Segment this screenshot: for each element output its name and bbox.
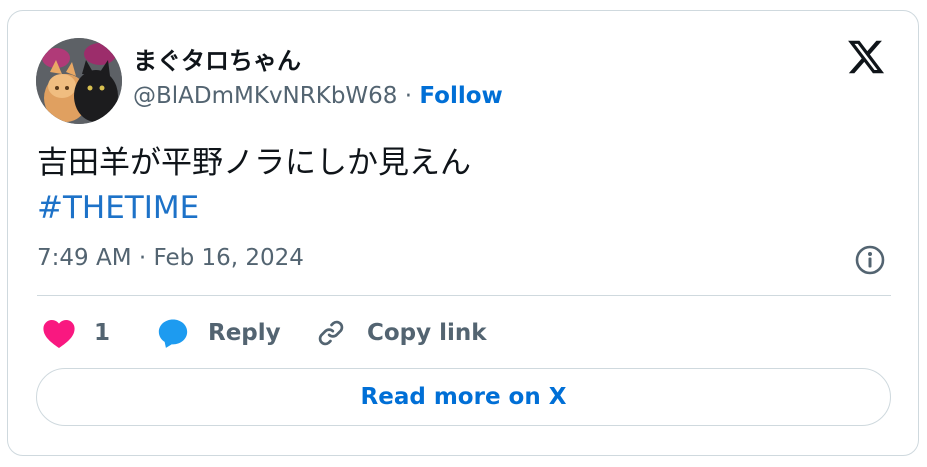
read-more-label: Read more on X — [360, 384, 567, 410]
x-logo-icon[interactable] — [846, 37, 886, 77]
hashtag-link[interactable]: #THETIME — [37, 185, 199, 231]
divider — [37, 295, 891, 296]
link-icon — [318, 320, 344, 346]
tweet-text: 吉田羊が平野ノラにしか見えん — [37, 145, 471, 181]
like-button[interactable]: 1 — [42, 313, 110, 353]
display-name[interactable]: まぐタロちゃん — [133, 41, 301, 76]
follow-button[interactable]: Follow — [419, 83, 502, 109]
copy-link-label: Copy link — [367, 320, 487, 346]
handle-separator: · — [397, 83, 420, 109]
avatar[interactable] — [36, 38, 122, 124]
reply-label: Reply — [208, 320, 281, 346]
tweet-timestamp[interactable]: 7:49 AM · Feb 16, 2024 — [37, 245, 304, 271]
copy-link-button[interactable]: Copy link — [315, 313, 487, 353]
reply-button[interactable]: Reply — [156, 313, 281, 353]
avatar-image — [36, 38, 122, 124]
user-handle[interactable]: @BlADmMKvNRKbW68 — [133, 83, 397, 109]
info-icon[interactable] — [854, 244, 886, 276]
like-count: 1 — [94, 320, 111, 346]
handle-row: @BlADmMKvNRKbW68 · Follow — [133, 83, 503, 109]
reply-bubble-icon — [158, 319, 188, 348]
read-more-button[interactable]: Read more on X — [36, 368, 891, 426]
heart-icon — [43, 319, 75, 349]
